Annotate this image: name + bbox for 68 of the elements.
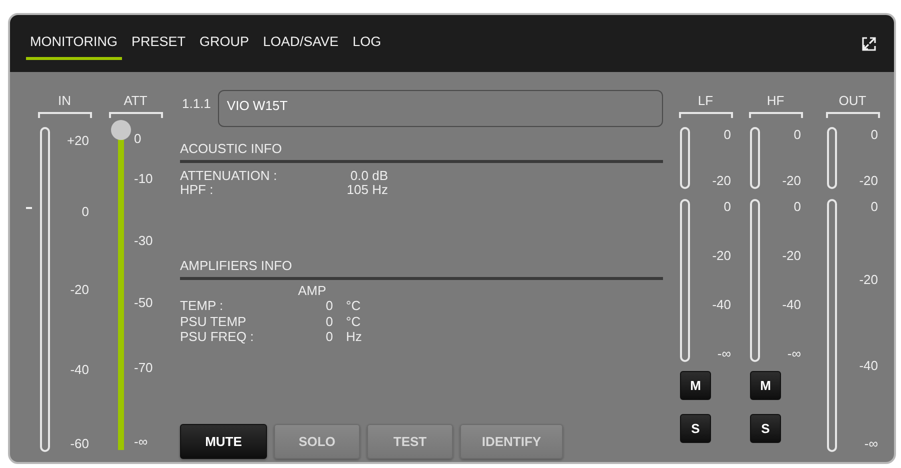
scale-label: -10 (134, 171, 153, 188)
info-label: TEMP : (180, 298, 224, 314)
tab[interactable]: LOG (348, 27, 386, 60)
scale-label: -20 (712, 173, 731, 189)
level-meter (827, 127, 837, 189)
name-field[interactable]: VIO W15T (218, 90, 663, 127)
level-meter (750, 127, 760, 189)
info-value: 105 Hz (346, 183, 388, 197)
scale-label: -40 (70, 362, 89, 378)
info-value: 0 (324, 314, 333, 329)
info-value: 0 (324, 329, 333, 344)
scale-label: -20 (782, 173, 801, 189)
info-value: 0 (324, 298, 333, 314)
scale-label: -50 (134, 294, 153, 311)
scale-label: -20 (712, 248, 731, 264)
scale-label: -70 (134, 360, 153, 376)
level-meter (680, 127, 690, 189)
action-button[interactable]: MUTE (180, 424, 267, 458)
info-label: ATTENUATION : (180, 169, 278, 183)
scale-label: -30 (134, 233, 153, 250)
section-title: ACOUSTIC INFO (180, 141, 663, 163)
scale-label: -20 (859, 272, 878, 288)
meter-title: OUT (838, 93, 866, 108)
band-button[interactable]: M (680, 371, 711, 400)
scale-label: -20 (782, 248, 801, 264)
info-unit: °C (346, 314, 361, 329)
channel-number: 1.1.1 (182, 96, 211, 111)
meter-title: LF (698, 93, 714, 108)
scale-label: +20 (66, 133, 89, 150)
scale-label: 0 (724, 127, 731, 143)
tab[interactable]: LOAD/SAVE (259, 27, 343, 60)
band-button[interactable]: S (750, 414, 781, 443)
scale-label: -20 (859, 173, 878, 189)
tab[interactable]: GROUP (196, 27, 254, 60)
scale-label: -40 (712, 296, 731, 313)
scale-label: 0 (82, 204, 89, 220)
scale-label: 0 (794, 127, 801, 143)
scale-label: -20 (70, 282, 89, 298)
scale-label: 0 (134, 131, 142, 148)
scale-label: 0 (724, 199, 731, 215)
scale-label: 0 (870, 199, 878, 215)
scale-label: -∞ (134, 434, 148, 450)
tab[interactable]: PRESET (128, 27, 190, 60)
tick-mark (26, 207, 32, 209)
slider-thumb[interactable] (111, 120, 131, 140)
info-value: 0.0 dB (349, 169, 388, 183)
band-button[interactable]: S (680, 414, 711, 443)
info-label: PSU TEMP (180, 314, 248, 329)
info-unit: Hz (346, 329, 362, 344)
tab[interactable]: MONITORING (26, 27, 122, 60)
section-title: AMPLIFIERS INFO (180, 258, 663, 280)
scale-label: -∞ (787, 346, 801, 362)
info-label: PSU FREQ : (180, 329, 255, 344)
meter-title: ATT (124, 93, 148, 108)
scale-label: -∞ (717, 346, 731, 362)
meter-title: HF (766, 93, 784, 108)
info-label: HPF : (180, 183, 214, 197)
scale-label: 0 (870, 127, 878, 143)
column-header: AMP (298, 283, 328, 298)
expand-icon[interactable] (862, 37, 876, 51)
band-button[interactable]: M (750, 371, 781, 400)
scale-label: 0 (794, 199, 801, 215)
info-unit: °C (346, 298, 361, 314)
scale-label: -∞ (864, 436, 878, 452)
meter-title: IN (58, 93, 71, 108)
scale-label: -60 (70, 436, 89, 452)
scale-label: -40 (859, 358, 878, 374)
scale-label: -40 (782, 296, 801, 313)
